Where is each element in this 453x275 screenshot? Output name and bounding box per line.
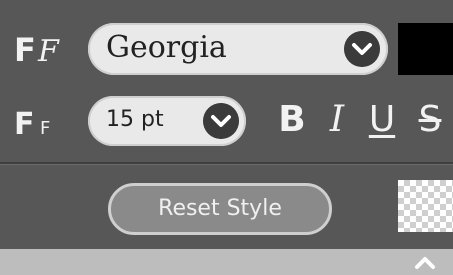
chevron-up-icon[interactable] xyxy=(413,251,437,273)
font-size-row: F F 15 pt B I U S xyxy=(0,90,453,152)
italic-button[interactable]: I xyxy=(322,98,352,142)
font-size-icon: F F xyxy=(14,107,50,142)
bold-button[interactable]: B xyxy=(274,98,310,142)
svg-text:F: F xyxy=(14,31,36,69)
font-family-row: F F Georgia xyxy=(0,18,453,80)
bottom-bar xyxy=(0,249,453,275)
svg-text:F: F xyxy=(40,118,50,139)
text-style-panel: F F Georgia F F 15 pt B I U S Reset Styl… xyxy=(0,0,453,275)
svg-text:F: F xyxy=(14,107,35,142)
strikethrough-button[interactable]: S xyxy=(410,98,450,142)
chevron-down-icon[interactable] xyxy=(344,31,380,67)
font-family-icon: F F xyxy=(14,31,60,69)
font-size-select[interactable]: 15 pt xyxy=(88,96,246,146)
reset-style-button[interactable]: Reset Style xyxy=(108,183,332,235)
underline-button[interactable]: U xyxy=(365,98,399,142)
font-size-value: 15 pt xyxy=(106,107,164,132)
text-color-swatch[interactable] xyxy=(398,23,453,75)
chevron-down-icon[interactable] xyxy=(203,103,239,139)
font-family-value: Georgia xyxy=(106,30,227,65)
font-family-select[interactable]: Georgia xyxy=(88,23,388,75)
divider xyxy=(0,162,453,165)
background-color-swatch[interactable] xyxy=(398,180,453,232)
svg-text:F: F xyxy=(37,34,60,69)
